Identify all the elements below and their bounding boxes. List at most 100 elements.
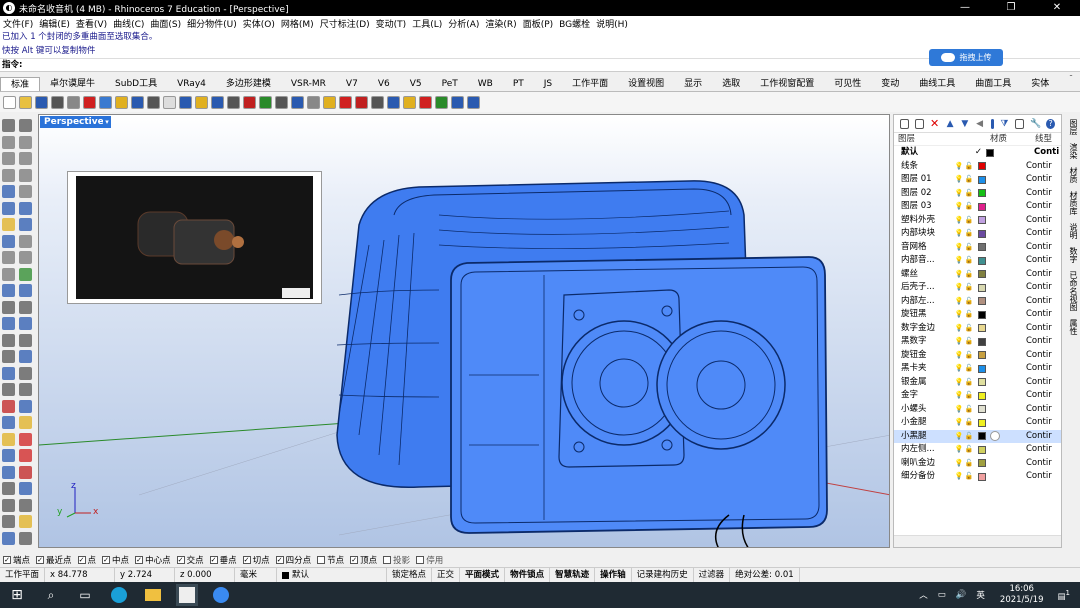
layer-linetype[interactable]: Contir [1026, 362, 1052, 376]
visibility-bulb-icon[interactable]: 💡 [954, 362, 964, 376]
visibility-bulb-icon[interactable]: 💡 [954, 227, 964, 241]
layers-hscrollbar[interactable] [894, 535, 1061, 547]
modeling-tool-icon[interactable] [19, 399, 32, 413]
layer-color-swatch[interactable] [978, 324, 986, 333]
toolbar-tab[interactable]: 工作平面 [562, 77, 618, 91]
modeling-tool-icon[interactable] [2, 135, 15, 149]
layer-row[interactable]: 塑料外壳 💡 🔓 Contir [894, 214, 1061, 228]
osnap-checkbox[interactable]: ✓ 垂点 [209, 554, 237, 566]
lock-icon[interactable]: 🔓 [964, 187, 974, 201]
side-tab[interactable]: 数字 [1063, 244, 1079, 266]
layer-color-swatch[interactable] [978, 472, 986, 481]
toolbar-tab[interactable]: V5 [400, 77, 432, 91]
close-button[interactable]: ✕ [1034, 0, 1080, 16]
layer-linetype[interactable]: Contir [1026, 200, 1052, 214]
toolbar-tool-icon[interactable] [147, 95, 160, 109]
layer-row[interactable]: 内左侧... 💡 🔓 Contir [894, 443, 1061, 457]
menu-item[interactable]: 变动(T) [373, 17, 410, 30]
visibility-bulb-icon[interactable]: 💡 [954, 281, 964, 295]
layer-row[interactable]: 默认 ✓ Conti [894, 146, 1061, 160]
layer-color-swatch[interactable] [978, 283, 986, 292]
layer-linetype[interactable]: Contir [1026, 349, 1052, 363]
toolbar-tool-icon[interactable] [227, 95, 240, 109]
layer-row[interactable]: 小螺头 💡 🔓 Contir [894, 403, 1061, 417]
side-tab[interactable]: 已命名视图 [1063, 268, 1079, 314]
toolbar-tab[interactable]: 曲面工具 [965, 77, 1021, 91]
help-icon[interactable]: ? [1046, 118, 1055, 129]
modeling-tool-icon[interactable] [19, 284, 32, 297]
toolbar-tab[interactable]: V6 [368, 77, 400, 91]
layer-color-swatch[interactable] [978, 216, 986, 225]
toolbar-tab[interactable]: PeT [432, 77, 468, 91]
visibility-bulb-icon[interactable]: 💡 [954, 335, 964, 349]
modeling-tool-icon[interactable] [2, 465, 15, 479]
lock-icon[interactable]: 🔓 [964, 430, 974, 444]
toolbar-tool-icon[interactable] [3, 95, 16, 109]
toolbar-tool-icon[interactable] [195, 95, 208, 109]
visibility-bulb-icon[interactable]: 💡 [954, 349, 964, 363]
visibility-bulb-icon[interactable]: 💡 [954, 389, 964, 403]
menu-item[interactable]: 说明(H) [593, 17, 631, 30]
side-tab[interactable]: 说明 [1063, 220, 1079, 242]
windows-start-icon[interactable]: ⊞ [6, 584, 28, 606]
layer-linetype[interactable]: Contir [1026, 173, 1052, 187]
modeling-tool-icon[interactable] [19, 432, 32, 446]
layer-row[interactable]: 后壳子... 💡 🔓 Contir [894, 281, 1061, 295]
toolbar-tool-icon[interactable] [435, 95, 448, 109]
status-toggle[interactable]: 锁定格点 [387, 567, 433, 583]
toolbar-tool-icon[interactable] [19, 95, 32, 109]
modeling-tool-icon[interactable] [19, 300, 32, 314]
new-layer-icon[interactable] [900, 118, 910, 129]
layer-row[interactable]: 黑卡夹 💡 🔓 Contir [894, 362, 1061, 376]
lock-icon[interactable]: 🔓 [964, 214, 974, 228]
command-prompt[interactable]: 指令: [0, 58, 1080, 72]
visibility-bulb-icon[interactable]: 💡 [954, 214, 964, 228]
volume-icon[interactable]: 🔊 [956, 590, 967, 600]
modeling-tool-icon[interactable] [19, 267, 32, 281]
toolbar-tool-icon[interactable] [323, 95, 336, 109]
visibility-bulb-icon[interactable]: 💡 [954, 187, 964, 201]
modeling-tool-icon[interactable] [19, 482, 32, 495]
upload-button[interactable]: 拖拽上传 [929, 49, 1003, 66]
layer-row[interactable]: 图层 01 💡 🔓 Contir [894, 173, 1061, 187]
layer-color-swatch[interactable] [978, 405, 986, 414]
visibility-bulb-icon[interactable]: 💡 [954, 241, 964, 255]
layer-row[interactable]: 数字金边 💡 🔓 Contir [894, 322, 1061, 336]
visibility-bulb-icon[interactable]: 💡 [954, 308, 964, 322]
modeling-tool-icon[interactable] [19, 333, 32, 347]
move-up-icon[interactable]: ▲ [947, 119, 956, 129]
toolbar-tool-icon[interactable] [115, 95, 128, 109]
toolbar-tab[interactable]: 变动 [871, 77, 909, 91]
move-down-icon[interactable]: ▼ [961, 119, 970, 129]
osnap-checkbox[interactable]: ✓ 切点 [242, 554, 270, 566]
toolbar-tool-icon[interactable] [387, 95, 400, 109]
clock[interactable]: 16:06 2021/5/19 [1000, 584, 1044, 606]
toolbar-tab[interactable]: 曲线工具 [909, 77, 965, 91]
search-icon[interactable]: ⌕ [40, 584, 62, 606]
status-plane[interactable]: 工作平面 [0, 567, 46, 583]
layer-row[interactable]: 音网格 💡 🔓 Contir [894, 241, 1061, 255]
layer-linetype[interactable]: Contir [1026, 160, 1052, 174]
layer-linetype[interactable]: Contir [1026, 443, 1052, 457]
modeling-tool-icon[interactable] [2, 449, 15, 462]
visibility-bulb-icon[interactable]: 💡 [954, 173, 964, 187]
visibility-bulb-icon[interactable]: 💡 [954, 457, 964, 471]
modeling-tool-icon[interactable] [2, 350, 15, 363]
toolbar-tool-icon[interactable] [67, 95, 80, 109]
layer-linetype[interactable]: Contir [1026, 403, 1052, 417]
layer-color-swatch[interactable] [978, 175, 986, 184]
toolbar-tab[interactable]: 工作视窗配置 [750, 77, 824, 91]
toolbar-tool-icon[interactable] [99, 95, 112, 109]
layer-linetype[interactable]: Contir [1026, 376, 1052, 390]
modeling-tool-icon[interactable] [19, 465, 32, 479]
modeling-tool-icon[interactable] [2, 399, 15, 413]
osnap-checkbox[interactable]: ✓ 中心点 [135, 554, 171, 566]
toolbar-tab[interactable]: VSR-MR [281, 77, 336, 91]
toolbar-tab[interactable]: V7 [336, 77, 368, 91]
modeling-tool-icon[interactable] [19, 317, 32, 330]
layer-color-swatch[interactable] [978, 459, 986, 468]
visibility-bulb-icon[interactable]: 💡 [954, 470, 964, 484]
new-sublayer-icon[interactable] [915, 118, 925, 129]
rhino-taskbar-icon[interactable] [176, 584, 198, 606]
toolbar-tab[interactable]: 可见性 [824, 77, 871, 91]
